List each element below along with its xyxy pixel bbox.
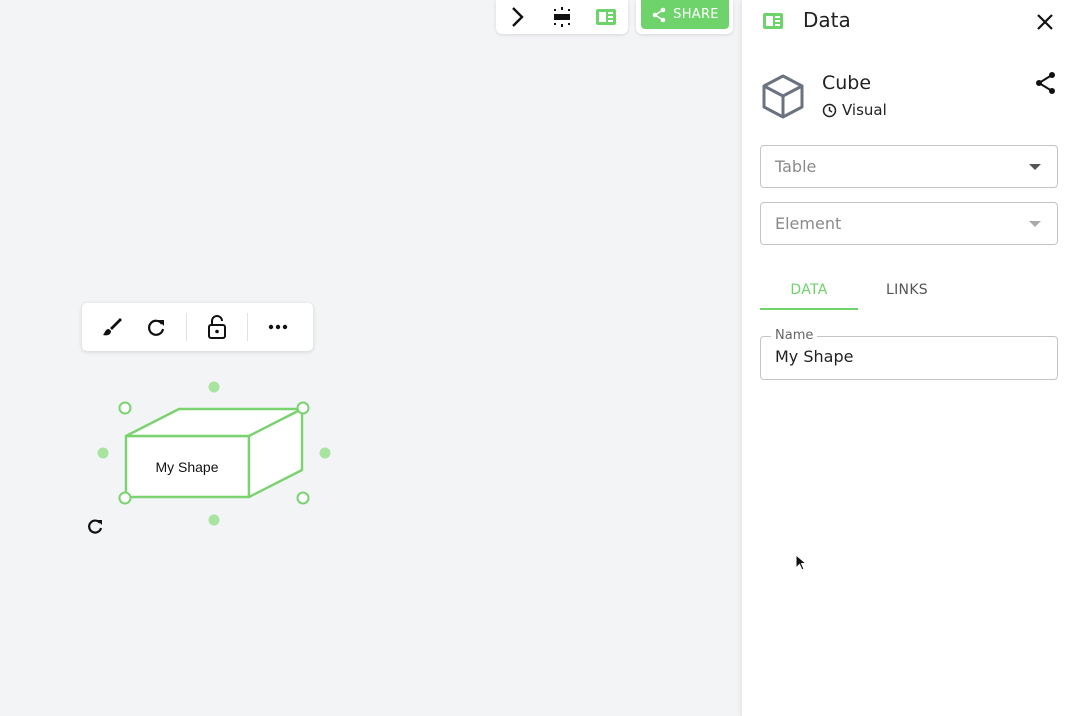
panel-tabs: DATA LINKS — [760, 276, 1056, 310]
close-panel-button[interactable] — [1033, 10, 1057, 34]
panel-header: Data — [742, 0, 1076, 42]
tab-links[interactable]: LINKS — [858, 276, 956, 308]
tab-data[interactable]: DATA — [760, 276, 858, 310]
name-field-label: Name — [771, 328, 818, 343]
canvas[interactable]: SHARE My Shape — [0, 0, 742, 716]
name-field: Name — [760, 328, 1058, 380]
resize-handle-bottom-right[interactable] — [296, 491, 310, 505]
connect-handle-right[interactable] — [319, 447, 331, 459]
mouse-cursor-icon — [795, 554, 808, 571]
connect-handle-bottom[interactable] — [208, 514, 220, 526]
share-icon — [1036, 72, 1055, 94]
table-select[interactable]: Table — [760, 145, 1058, 188]
connect-handle-left[interactable] — [97, 447, 109, 459]
resize-handle-top-right[interactable] — [296, 401, 310, 415]
entity-subtitle-text: Visual — [842, 101, 887, 119]
connect-handle-top[interactable] — [208, 381, 220, 393]
panel-title: Data — [803, 8, 851, 32]
shape-label: My Shape — [155, 458, 219, 475]
caret-down-icon — [1029, 221, 1041, 227]
caret-down-icon — [1029, 164, 1041, 170]
entity-share-button[interactable] — [1034, 71, 1058, 95]
rotate-handle-icon[interactable] — [88, 519, 103, 534]
resize-handle-top-left[interactable] — [118, 401, 132, 415]
element-select-placeholder: Element — [775, 214, 842, 233]
close-icon — [1037, 14, 1053, 30]
data-panel: Data Cube Visual Table Element DATA LINK… — [742, 0, 1076, 716]
entity-subtitle: Visual — [822, 101, 887, 119]
name-input[interactable] — [775, 347, 1045, 366]
clock-icon — [822, 103, 837, 117]
panel-layout-icon — [763, 13, 783, 29]
cube-icon — [762, 74, 804, 119]
table-select-placeholder: Table — [775, 157, 817, 176]
element-select[interactable]: Element — [760, 202, 1058, 245]
selected-shape[interactable] — [0, 0, 742, 716]
entity-name: Cube — [822, 72, 872, 94]
